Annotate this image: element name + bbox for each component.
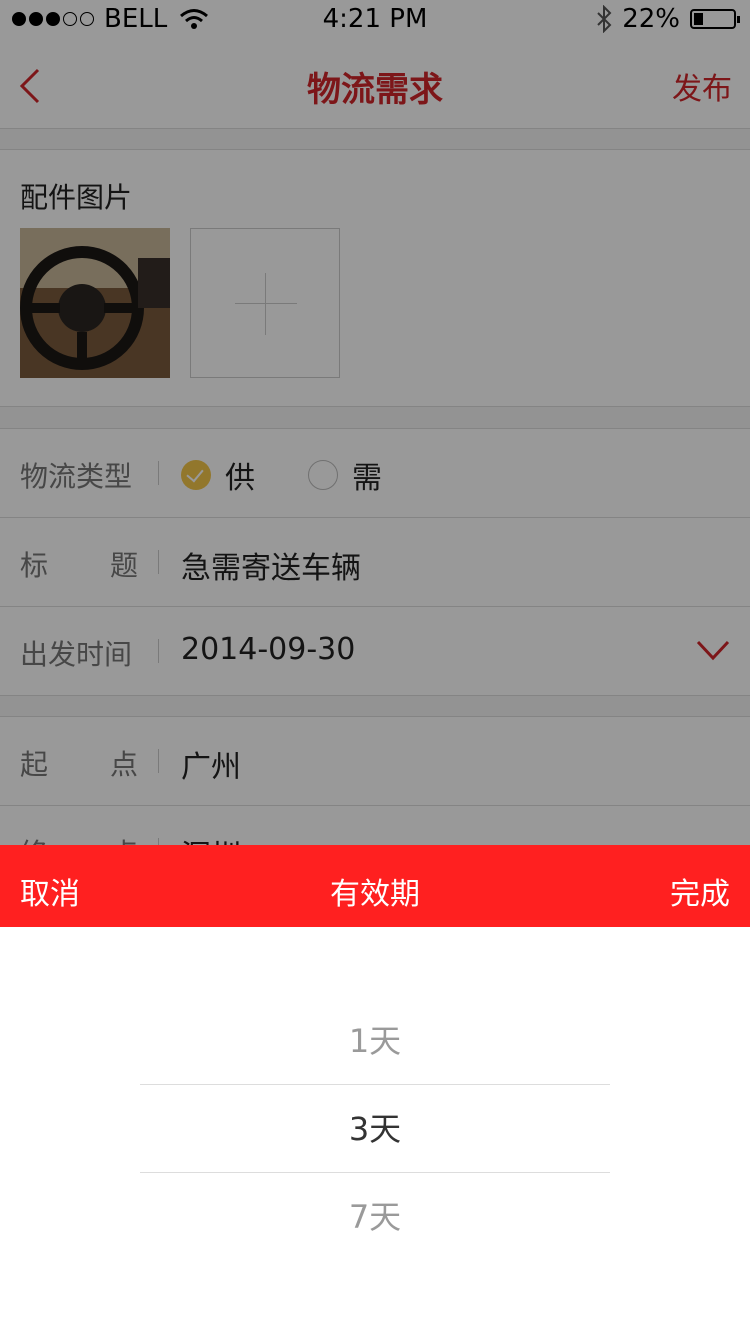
- picker-option[interactable]: 1天: [140, 997, 610, 1085]
- done-button[interactable]: 完成: [670, 869, 730, 913]
- picker-option-selected[interactable]: 3天: [140, 1085, 610, 1173]
- picker-header: 取消 有效期 完成: [0, 845, 750, 927]
- picker-option[interactable]: 7天: [140, 1173, 610, 1261]
- validity-picker-sheet: 取消 有效期 完成 1天 3天 7天: [0, 845, 750, 1334]
- picker-title: 有效期: [330, 877, 420, 912]
